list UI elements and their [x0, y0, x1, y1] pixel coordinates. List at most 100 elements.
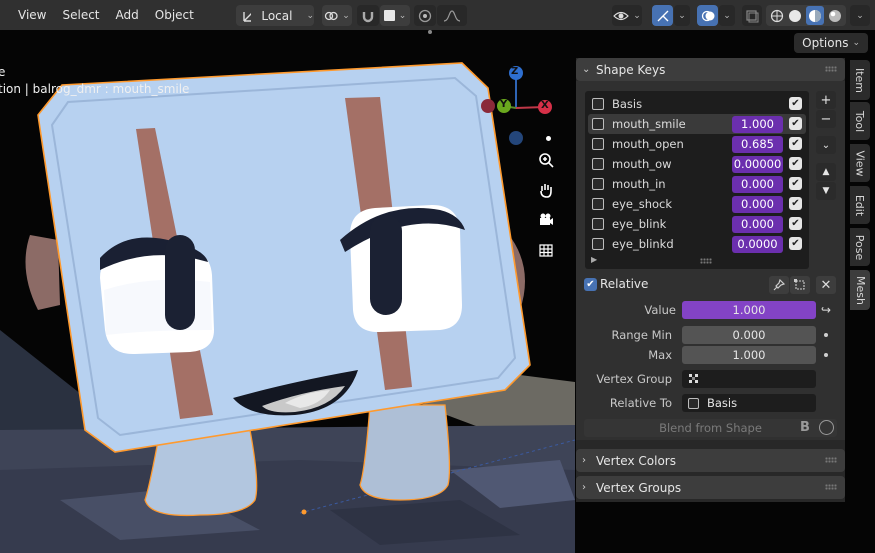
keyframe-dot-icon[interactable]: [824, 333, 828, 337]
shape-key-icon: [592, 118, 604, 130]
drag-grip-icon[interactable]: [825, 66, 837, 72]
tab-item[interactable]: Item: [850, 60, 870, 100]
wireframe-shading-icon[interactable]: [770, 9, 784, 23]
gizmo-dropdown[interactable]: ⌄: [674, 5, 690, 26]
tab-mesh[interactable]: Mesh: [850, 270, 870, 310]
shape-key-mute-checkbox[interactable]: ✔: [789, 177, 802, 190]
overlays-toggle[interactable]: [697, 5, 718, 26]
shape-key-specials-button[interactable]: ⌄: [816, 136, 836, 154]
viewport-header: View Select Add Object Local ⌄ ⌄ ⌄ ⌄ ⌄ ⌄…: [0, 0, 875, 30]
snap-toggle[interactable]: [357, 5, 379, 26]
list-expand-arrow-icon[interactable]: ▶: [591, 255, 597, 264]
shape-key-mute-checkbox[interactable]: ✔: [789, 157, 802, 170]
list-item[interactable]: mouth_open 0.685 ✔: [588, 134, 806, 154]
vertex-colors-header[interactable]: › Vertex Colors: [576, 449, 845, 472]
range-min-field[interactable]: 0.000: [682, 326, 816, 344]
shape-key-mute-checkbox[interactable]: ✔: [789, 237, 802, 250]
material-shading-button[interactable]: [806, 6, 824, 25]
gizmo-toggle[interactable]: [652, 5, 673, 26]
vertex-groups-header[interactable]: › Vertex Groups: [576, 476, 845, 499]
pin-shape-key-button[interactable]: [769, 276, 789, 294]
chevron-down-icon: ⌄: [852, 38, 860, 48]
shape-key-icon: [592, 138, 604, 150]
shape-key-mute-checkbox[interactable]: ✔: [789, 97, 802, 110]
visibility-dropdown[interactable]: ⌄: [612, 5, 642, 26]
rendered-shading-icon[interactable]: [828, 9, 842, 23]
shape-key-value[interactable]: 0.685: [732, 135, 783, 153]
transform-orientation-dropdown[interactable]: Local ⌄: [236, 5, 314, 26]
add-shape-key-button[interactable]: +: [816, 91, 836, 109]
shape-key-mute-checkbox[interactable]: ✔: [789, 217, 802, 230]
move-up-button[interactable]: ▲: [816, 163, 836, 181]
list-item[interactable]: mouth_in 0.000 ✔: [588, 174, 806, 194]
projection-toggle-button[interactable]: [535, 239, 557, 261]
xray-toggle[interactable]: [742, 5, 762, 26]
magnet-icon: [362, 11, 374, 22]
chevron-down-icon: ⌄: [398, 10, 407, 21]
drag-grip-icon[interactable]: [825, 484, 837, 490]
shape-key-icon: [688, 397, 699, 409]
shape-key-value[interactable]: 0.0000: [732, 235, 783, 253]
list-item[interactable]: eye_blinkd 0.0000 ✔: [588, 234, 806, 254]
shape-key-value[interactable]: 0.000: [732, 195, 783, 213]
shading-dropdown[interactable]: ⌄: [850, 5, 870, 26]
snap-target-dropdown[interactable]: ⌄: [380, 5, 410, 26]
shape-key-mute-checkbox[interactable]: ✔: [789, 197, 802, 210]
max-field[interactable]: 1.000: [682, 346, 816, 364]
shape-key-value[interactable]: 0.000: [732, 175, 783, 193]
shape-key-mute-checkbox[interactable]: ✔: [789, 137, 802, 150]
list-item[interactable]: eye_blink 0.000 ✔: [588, 214, 806, 234]
shape-key-value[interactable]: 0.000: [732, 215, 783, 233]
shape-key-value[interactable]: 1.000: [732, 115, 783, 133]
move-down-button[interactable]: ▼: [816, 182, 836, 200]
menu-view[interactable]: View: [10, 8, 54, 22]
keyframe-driver-icon[interactable]: ↪: [821, 303, 831, 317]
list-item[interactable]: mouth_ow 0.00000 ✔: [588, 154, 806, 174]
list-resize-grip-icon[interactable]: [700, 258, 712, 264]
menu-add[interactable]: Add: [108, 8, 147, 22]
shape-keys-header[interactable]: ⌄ Shape Keys: [576, 58, 845, 81]
shape-keys-panel: ⌄ Shape Keys Basis ✔ mouth_smile 1.000 ✔…: [576, 58, 845, 502]
remove-shape-key-button[interactable]: −: [816, 110, 836, 128]
list-item[interactable]: eye_shock 0.000 ✔: [588, 194, 806, 214]
tab-tool[interactable]: Tool: [850, 102, 870, 140]
globe-icon: [819, 420, 834, 435]
menu-select[interactable]: Select: [54, 8, 107, 22]
value-label: Value: [644, 303, 676, 317]
vertex-colors-title: Vertex Colors: [596, 453, 676, 468]
tab-pose[interactable]: Pose: [850, 228, 870, 266]
shape-key-value[interactable]: 0.00000: [732, 155, 783, 173]
clear-shape-keys-button[interactable]: ✕: [816, 276, 836, 294]
solid-shading-icon[interactable]: [788, 9, 802, 23]
tab-view[interactable]: View: [850, 144, 870, 182]
object-status-text: tion | balrog_dmr : mouth_smile: [0, 82, 190, 96]
relative-checkbox[interactable]: ✔: [584, 278, 597, 291]
menu-object[interactable]: Object: [147, 8, 202, 22]
camera-view-button[interactable]: [535, 209, 557, 231]
relative-to-value: Basis: [707, 396, 738, 410]
header-collapse-dot[interactable]: [428, 30, 432, 34]
options-button[interactable]: Options ⌄: [794, 33, 868, 53]
shape-key-mute-checkbox[interactable]: ✔: [789, 117, 802, 130]
falloff-dropdown[interactable]: [437, 5, 467, 26]
edit-mode-shape-button[interactable]: [790, 276, 810, 294]
keyframe-dot-icon[interactable]: [824, 353, 828, 357]
relative-to-field[interactable]: Basis: [682, 394, 816, 412]
list-item[interactable]: mouth_smile 1.000 ✔: [588, 114, 806, 134]
zoom-button[interactable]: [535, 149, 557, 171]
tab-edit[interactable]: Edit: [850, 186, 870, 224]
zoom-icon: [539, 153, 554, 168]
pivot-point-dropdown[interactable]: ⌄: [322, 5, 352, 26]
edit-mode-icon: [794, 279, 805, 290]
drag-grip-icon[interactable]: [825, 457, 837, 463]
proportional-editing-toggle[interactable]: [414, 5, 436, 26]
tab-edit-label: Edit: [853, 194, 867, 216]
overlays-dropdown[interactable]: ⌄: [719, 5, 735, 26]
vertex-group-field[interactable]: [682, 370, 816, 388]
value-slider[interactable]: 1.000: [682, 301, 816, 319]
pan-button[interactable]: [535, 179, 557, 201]
chevron-down-icon: ⌄: [678, 10, 686, 21]
chevron-down-icon: ⌄: [856, 10, 864, 21]
shape-key-icon: [592, 98, 604, 110]
list-item[interactable]: Basis ✔: [588, 94, 806, 114]
